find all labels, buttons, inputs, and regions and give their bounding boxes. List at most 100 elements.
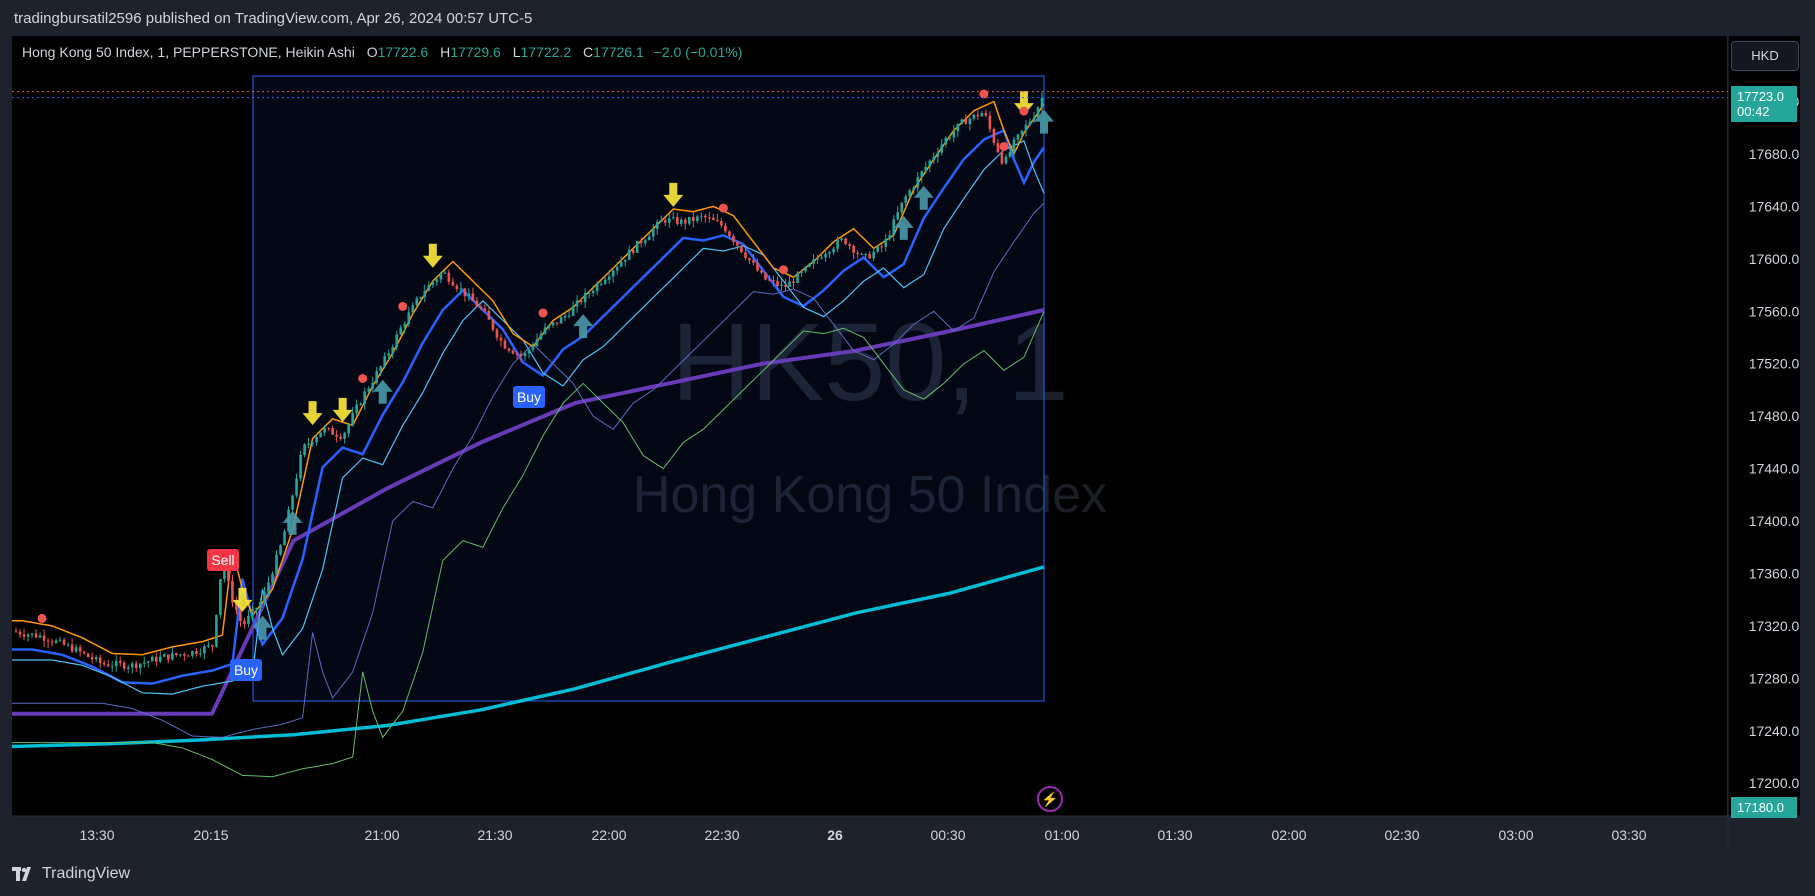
candle-body [239, 610, 242, 621]
candle-body [700, 215, 703, 217]
candle-body [339, 436, 342, 439]
candle-body [780, 284, 783, 287]
candle-body [619, 261, 623, 267]
candle-body [603, 279, 607, 284]
candle-body [383, 356, 387, 367]
candle-body [483, 308, 487, 312]
candle-body [495, 329, 499, 338]
candle-body [872, 251, 875, 259]
candle-body [187, 655, 190, 657]
candle-body [142, 662, 146, 664]
candle-body [1012, 139, 1016, 153]
candle-body [98, 657, 102, 663]
candle-body [1000, 152, 1004, 164]
candle-body [996, 142, 1000, 153]
sell-label: Sell [207, 549, 239, 571]
candle-body [607, 276, 611, 280]
time-tick-label: 21:00 [364, 827, 399, 843]
candle-body [243, 620, 246, 624]
candle-body [419, 296, 423, 299]
candle-body [154, 656, 158, 662]
time-tick-label: 01:30 [1157, 827, 1192, 843]
candle-body [38, 635, 42, 638]
candle-body [114, 660, 118, 667]
pivot-dot [718, 203, 728, 213]
candle-body [491, 319, 495, 330]
candle-body [479, 306, 483, 309]
candle-body [106, 664, 110, 667]
candle-body [459, 288, 463, 290]
price-tick-label: 17440.0 [1749, 461, 1800, 477]
candle-body [575, 300, 579, 307]
candle-body [271, 573, 274, 583]
candle-body [1016, 134, 1020, 140]
candle-body [768, 279, 771, 281]
candle-body [551, 322, 555, 326]
candle-body [215, 614, 218, 647]
candle-body [924, 166, 928, 172]
candle-body [688, 217, 691, 224]
candle-body [14, 631, 18, 633]
candle-body [263, 591, 266, 602]
candle-body [948, 137, 952, 139]
candle-body [844, 238, 847, 245]
price-tick-label: 17200.0 [1749, 775, 1800, 791]
candle-body [363, 391, 366, 404]
candle-body [631, 250, 635, 253]
candle-body [423, 290, 427, 297]
last-price-tag: 17723.0 00:42 [1731, 85, 1797, 122]
candle-body [684, 219, 687, 224]
tradingview-logo[interactable]: TradingView [12, 865, 130, 883]
candle-body [595, 283, 599, 291]
candle-body [30, 633, 34, 635]
candle-body [195, 651, 198, 654]
time-tick-label: 02:00 [1271, 827, 1306, 843]
candle-body [134, 663, 138, 669]
footer-bar: TradingView [0, 852, 1815, 896]
candle-body [964, 119, 968, 125]
candle-body [451, 281, 455, 286]
candle-body [1024, 124, 1028, 131]
price-tick-label: 17520.0 [1749, 356, 1800, 372]
candle-body [696, 216, 699, 221]
candle-body [1040, 97, 1044, 108]
candle-body [928, 160, 932, 167]
lightning-icon[interactable]: ⚡ [1037, 786, 1063, 812]
candle-body [18, 631, 22, 635]
candle-body [984, 113, 988, 116]
candle-body [776, 280, 779, 287]
candle-body [150, 656, 154, 662]
currency-button[interactable]: HKD [1731, 41, 1799, 71]
price-chart[interactable]: HK50, 1Hong Kong 50 Index SellBuyBuy 177… [0, 0, 1815, 896]
high-label: H [440, 44, 451, 60]
candle-body [567, 315, 571, 317]
candle-body [671, 217, 675, 219]
candle-body [1028, 121, 1032, 125]
candle-body [712, 217, 715, 221]
candle-body [499, 337, 503, 341]
candle-body [824, 253, 827, 258]
candle-body [327, 428, 330, 430]
candle-body [359, 403, 362, 405]
time-tick-label: 00:30 [930, 827, 965, 843]
candle-body [912, 187, 916, 191]
candle-body [764, 272, 767, 280]
bottom-price-value: 17180.0 [1737, 800, 1784, 816]
candle-body [343, 433, 346, 439]
price-tick-label: 17600.0 [1749, 251, 1800, 267]
time-tick-label: 20:15 [193, 827, 228, 843]
candle-body [411, 305, 415, 313]
candle-body [138, 663, 142, 669]
tradingview-logo-icon [12, 867, 31, 881]
candle-body [860, 253, 863, 255]
symbol-title[interactable]: Hong Kong 50 Index, 1, PEPPERSTONE, Heik… [22, 44, 355, 60]
candle-body [130, 663, 134, 668]
candle-body [563, 315, 567, 318]
candle-body [559, 317, 563, 324]
candle-body [74, 647, 78, 652]
candle-body [956, 123, 960, 132]
candle-body [555, 322, 559, 324]
candle-body [904, 196, 908, 203]
candle-body [627, 250, 631, 260]
candle-body [191, 651, 194, 656]
